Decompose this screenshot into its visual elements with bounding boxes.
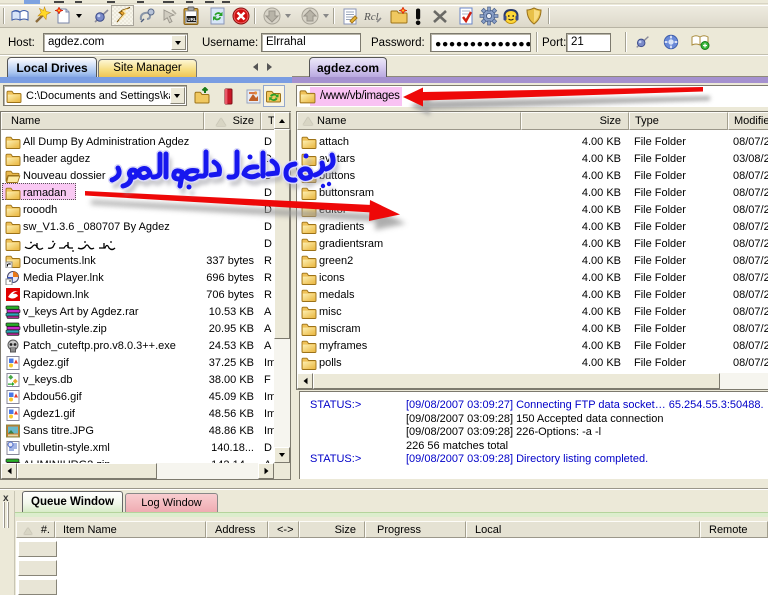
svg-text:URL: URL [187, 17, 197, 22]
svg-text:Rcl: Rcl [363, 11, 379, 23]
